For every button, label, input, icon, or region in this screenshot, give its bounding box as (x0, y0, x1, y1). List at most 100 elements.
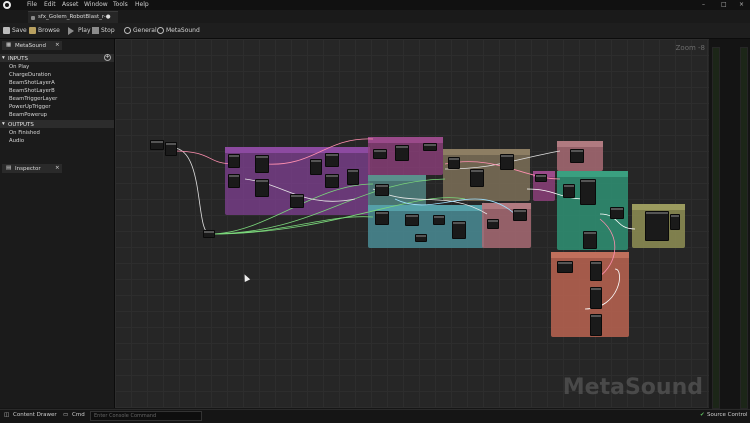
graph-node[interactable] (228, 154, 240, 168)
graph-node[interactable] (415, 234, 427, 242)
general-button[interactable]: General (133, 27, 157, 34)
graph-node[interactable] (610, 207, 624, 219)
graph-node[interactable] (255, 179, 269, 197)
graph-node[interactable] (150, 140, 164, 150)
menu-tools[interactable]: Tools (113, 1, 128, 8)
stop-icon (92, 27, 99, 34)
graph-node[interactable] (590, 314, 602, 336)
output-item[interactable]: On Finished (9, 130, 40, 136)
menu-help[interactable]: Help (135, 1, 149, 8)
metasound-tab-label: MetaSound (15, 42, 46, 49)
graph-node[interactable] (375, 184, 389, 196)
metasound-watermark: MetaSound (562, 375, 703, 400)
document-tab-label: sfx_Golem_RobotBlast_r-● (38, 14, 111, 20)
console-placeholder: Enter Console Command (94, 413, 157, 419)
graph-node[interactable] (535, 174, 547, 182)
menu-file[interactable]: File (27, 1, 37, 8)
graph-node[interactable] (228, 174, 240, 188)
graph-node[interactable] (590, 261, 602, 281)
metasound-asset-icon (31, 16, 35, 20)
minimize-button[interactable]: – (702, 1, 705, 8)
members-icon: ▦ (6, 42, 12, 48)
tab-close-icon[interactable]: × (55, 42, 60, 48)
close-button[interactable]: × (739, 1, 744, 8)
graph-node[interactable] (433, 215, 445, 225)
graph-node[interactable] (347, 169, 359, 185)
input-item[interactable]: BeamShotLayerA (9, 80, 55, 86)
output-meter (709, 39, 750, 409)
input-item[interactable]: BeamShotLayerB (9, 88, 55, 94)
graph-node[interactable] (670, 214, 680, 230)
graph-node[interactable] (580, 179, 596, 205)
outputs-section-header[interactable]: ▾ OUTPUTS (0, 120, 114, 128)
content-drawer-icon: ◫ (4, 412, 10, 418)
meter-bar-right (740, 47, 748, 409)
inspector-tab-label: Inspector (15, 165, 41, 172)
graph-node[interactable] (487, 219, 499, 229)
play-button[interactable]: Play (78, 27, 91, 34)
inspector-tab[interactable]: ▤ Inspector × (2, 164, 62, 173)
input-item[interactable]: ChargeDuration (9, 72, 51, 78)
graph-node[interactable] (500, 154, 514, 170)
save-button[interactable]: Save (12, 27, 27, 34)
inputs-section-header[interactable]: ▾ INPUTS + (0, 54, 114, 62)
graph-node[interactable] (645, 211, 669, 241)
cmd-button[interactable]: Cmd (72, 412, 85, 418)
graph-node[interactable] (423, 143, 437, 151)
input-item[interactable]: On Play (9, 64, 29, 70)
graph-node[interactable] (563, 184, 575, 198)
inspector-icon: ▤ (6, 165, 12, 171)
graph-node[interactable] (310, 159, 322, 175)
output-item[interactable]: Audio (9, 138, 24, 144)
graph-node[interactable] (513, 209, 527, 221)
graph-node[interactable] (255, 155, 269, 173)
graph-node[interactable] (470, 169, 484, 187)
folder-icon (29, 27, 36, 34)
menu-edit[interactable]: Edit (44, 1, 56, 8)
input-item[interactable]: BeamTriggerLayer (9, 96, 57, 102)
input-item[interactable]: BeamPowerup (9, 112, 47, 118)
graph-node[interactable] (557, 261, 573, 273)
graph-node[interactable] (570, 149, 584, 163)
add-input-icon[interactable]: + (104, 54, 111, 61)
maximize-button[interactable]: □ (721, 1, 727, 8)
graph-node[interactable] (290, 194, 304, 208)
save-icon (3, 27, 10, 34)
graph-node[interactable] (590, 287, 602, 309)
gear-icon (124, 27, 131, 34)
metasound-button[interactable]: MetaSound (166, 27, 200, 34)
graph-canvas[interactable]: Zoom -8 MetaSound (115, 39, 709, 408)
inputs-header-label: INPUTS (8, 55, 28, 62)
meter-bar-left (712, 47, 720, 409)
menu-bar: File Edit Asset Window Tools Help – □ × (0, 0, 750, 10)
graph-node[interactable] (448, 157, 460, 169)
outputs-header-label: OUTPUTS (8, 121, 34, 128)
menu-asset[interactable]: Asset (62, 1, 78, 8)
source-control-button[interactable]: Source Control (707, 412, 748, 418)
console-command-input[interactable]: Enter Console Command (90, 411, 202, 421)
graph-node[interactable] (373, 149, 387, 159)
graph-node[interactable] (165, 142, 177, 156)
settings-icon (157, 27, 164, 34)
browse-button[interactable]: Browse (38, 27, 60, 34)
input-item[interactable]: PowerUpTrigger (9, 104, 51, 110)
unreal-logo-icon[interactable] (3, 1, 11, 9)
collapse-icon: ▾ (2, 121, 5, 127)
source-control-icon: ✔ (700, 412, 705, 418)
tab-close-icon[interactable]: × (55, 165, 60, 171)
graph-node[interactable] (405, 214, 419, 226)
graph-node[interactable] (452, 221, 466, 239)
graph-node[interactable] (583, 231, 597, 249)
metasound-tab[interactable]: ▦ MetaSound × (2, 41, 62, 50)
graph-node[interactable] (375, 211, 389, 225)
stop-button[interactable]: Stop (101, 27, 115, 34)
graph-node[interactable] (325, 153, 339, 167)
members-panel: ▦ MetaSound × ▾ INPUTS + On Play ChargeD… (0, 39, 115, 408)
graph-node[interactable] (203, 230, 215, 238)
menu-window[interactable]: Window (84, 1, 108, 8)
collapse-icon: ▾ (2, 55, 5, 61)
cmd-icon: ▭ (63, 412, 69, 418)
content-drawer-button[interactable]: Content Drawer (13, 412, 57, 418)
graph-node[interactable] (395, 145, 409, 161)
graph-node[interactable] (325, 174, 339, 188)
